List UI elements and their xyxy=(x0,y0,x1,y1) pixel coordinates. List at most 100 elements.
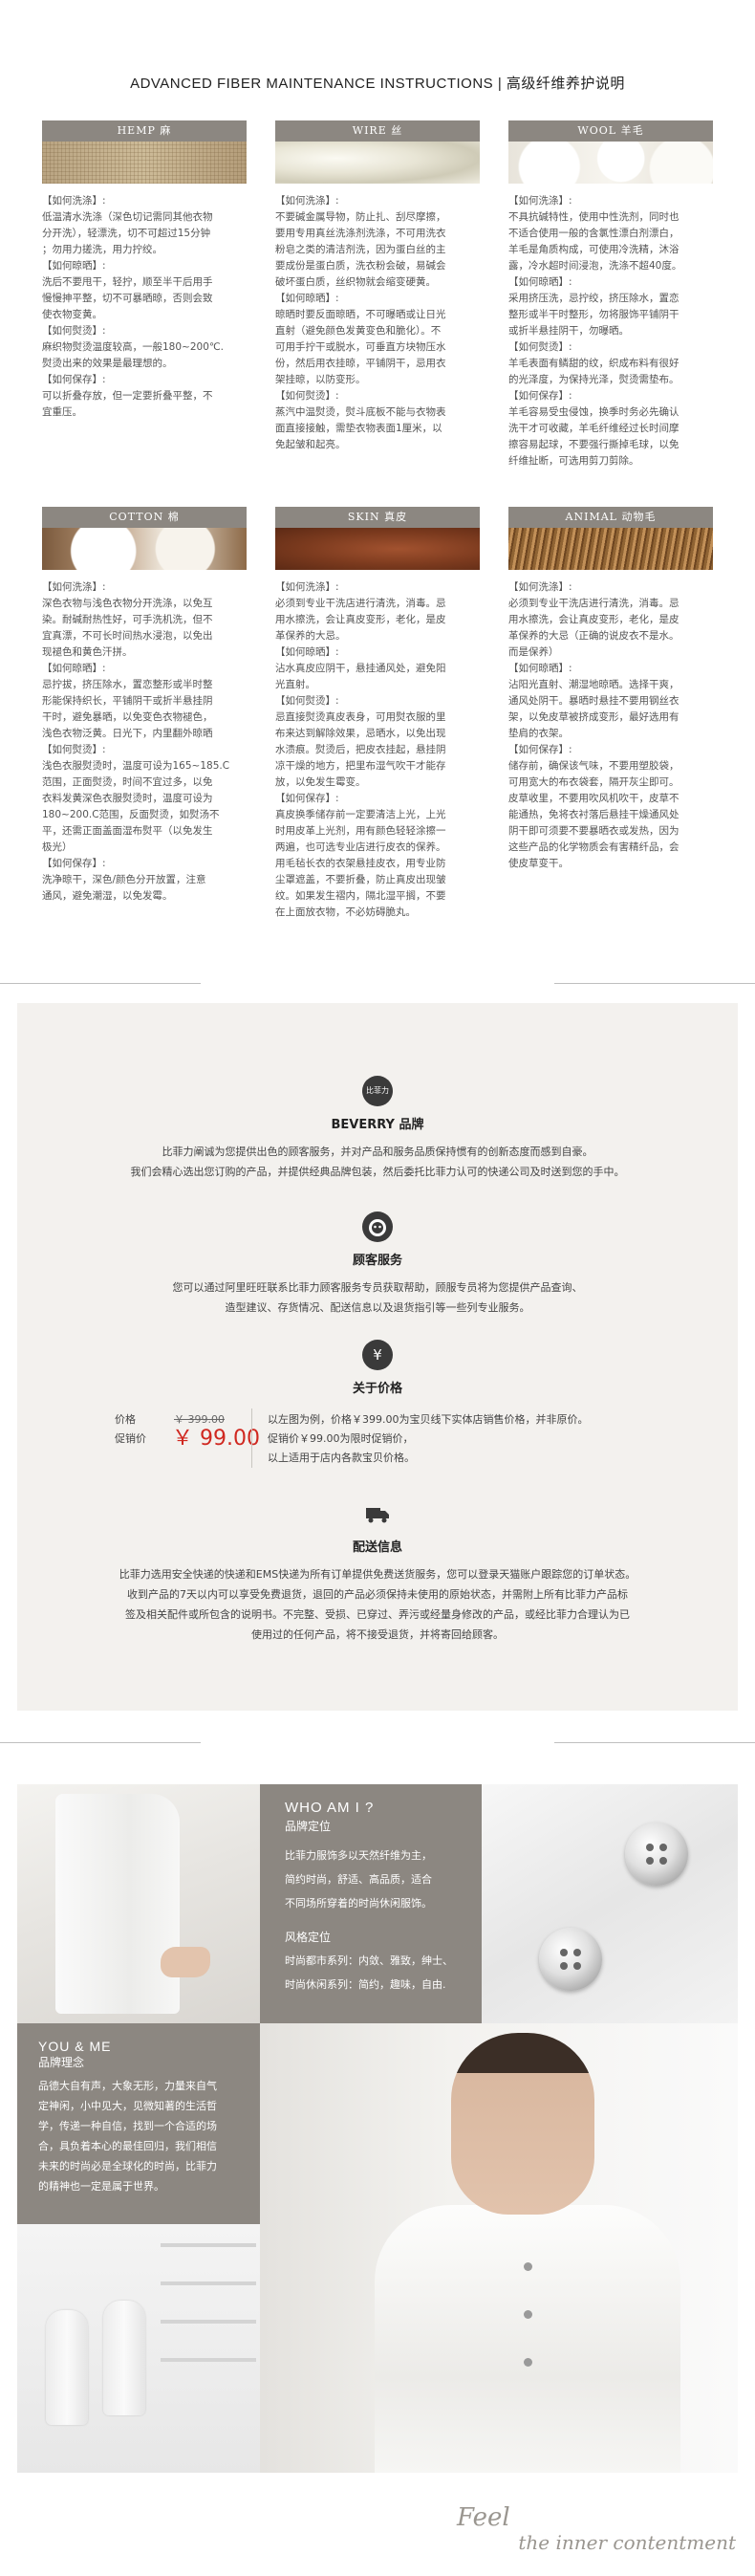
card-line: 慢慢抻平整，切不可暴晒晾，否则会致 xyxy=(42,293,213,304)
text-line: 定神闲，小中见大，见微知著的生活哲 xyxy=(38,2100,217,2112)
card-line: 蒸汽中温熨烫，熨斗底板不能与衣物表 xyxy=(275,406,446,418)
brand-title: BEVERRY 品牌 xyxy=(331,1118,424,1132)
card-line: 【如何熨烫】: xyxy=(42,744,106,755)
card-line: 可用手拧干或脱水，可垂直方块物压水 xyxy=(275,341,446,353)
card-line: 而是保养） xyxy=(508,646,559,658)
card-line: 纤维扯断，可选用剪刀剪除。 xyxy=(508,455,639,467)
card-line: 必须到专业干洗店进行清洗，消毒。忌 xyxy=(508,598,680,609)
text-line: 时尚休闲系列：简约，趣味，自由. xyxy=(285,1978,446,1991)
shirt-button-icon xyxy=(524,2310,532,2319)
shelf xyxy=(161,2243,256,2247)
sleeve-shape xyxy=(55,1794,180,2014)
text-line: 使用过的任何产品，将不接受退货，并将寄回给顾客。 xyxy=(251,1628,504,1641)
card-line: 水渍痕。熨烫后，把皮衣挂起，悬挂阴 xyxy=(275,744,446,755)
card-line: 平，还需正面盖面湿布熨平（以免发生 xyxy=(42,825,213,837)
slogan-line-2: the inner contentment xyxy=(518,2531,736,2554)
care-card-leather: SKIN 真皮 【如何洗涤】: 必须到专业干洗店进行清洗，消毒。忌 用水擦洗，会… xyxy=(275,507,480,921)
card-line: 极光） xyxy=(42,841,73,853)
card-line: 【如何熨烫】: xyxy=(275,695,339,707)
card-line: 使皮草变干。 xyxy=(508,858,569,869)
card-line: 可用宽大的布衣袋套，隔开灰尘即可。 xyxy=(508,776,680,788)
card-line: 【如何洗涤】: xyxy=(42,581,106,593)
card-line: 不要碱金属导物，防止扎、刮尽摩擦， xyxy=(275,211,446,223)
text-line: 简约时尚，舒适、高品质，适合 xyxy=(285,1873,432,1886)
text-line: 品德大自有声，大象无形，力量来自气 xyxy=(38,2080,217,2092)
card-line: 【如何晾晒】: xyxy=(42,663,106,674)
card-line: 布来达到解除效果，忌晒水，以免出现 xyxy=(275,728,446,739)
section-divider xyxy=(0,1742,201,1743)
card-line: 【如何保存】: xyxy=(42,374,106,385)
price-example: 价格 ￥ 399.00 促销价 ￥ 99.00 xyxy=(115,1410,260,1450)
text-line: 的精神也一定是属于世界。 xyxy=(38,2180,164,2193)
card-line: 粉皂之类的清洁剂洗，因为蛋白丝的主 xyxy=(275,244,446,255)
text-line: 时尚都市系列：内敛、雅致，绅士、 xyxy=(285,1954,453,1967)
brand-description: 比菲力阐诚为您提供出色的顾客服务，并对产品和服务品质保持惯有的创新态度而感到自豪… xyxy=(17,1142,738,1182)
card-line: 深色衣物与浅色衣物分开洗涤，以免互 xyxy=(42,598,213,609)
style-description: 时尚都市系列：内敛、雅致，绅士、 时尚休闲系列：简约，趣味，自由. xyxy=(285,1949,457,1997)
card-line: 或折半悬挂阴干，勿曝晒。 xyxy=(508,325,629,337)
card-line: 架，以免皮草被挤成变形，最好选用有 xyxy=(508,711,680,723)
card-line: 【如何晾晒】: xyxy=(275,646,339,658)
customer-service-icon xyxy=(362,1212,393,1242)
shirt-sleeve-photo xyxy=(17,1784,260,2023)
card-line: 【如何晾晒】: xyxy=(508,663,572,674)
card-line: 形能保持织长，平铺阴干或折半悬挂阴 xyxy=(42,695,213,707)
card-line: 衣料发黄深色衣服熨烫时，温度可设为 xyxy=(42,793,213,804)
card-line: 【如何洗涤】: xyxy=(508,195,572,207)
card-line: 【如何熨烫】: xyxy=(42,325,106,337)
beverry-badge-icon: 比菲力 xyxy=(362,1076,393,1106)
hemp-texture-image xyxy=(42,142,247,184)
list-price-label: 价格 xyxy=(115,1413,136,1426)
card-line: 面直接接触，需垫衣物表面1厘米，以 xyxy=(275,423,442,434)
card-line: 革保养的大忌（正确的说皮衣不是水。 xyxy=(508,630,680,642)
you-description: 品德大自有声，大象无形，力量来自气 定神闲，小中见大，见微知著的生活哲 学，传递… xyxy=(38,2076,239,2196)
card-line: 沾水真皮应阴干，悬挂通风处，避免阳 xyxy=(275,663,446,674)
text-line: 比菲力阐诚为您提供出色的顾客服务，并对产品和服务品质保持惯有的创新态度而感到自豪… xyxy=(162,1146,593,1158)
slogan: Feel the inner contentment xyxy=(430,2505,736,2555)
care-card-hemp: HEMP 麻 【如何洗涤】: 低温清水洗涤（深色切记需同其他衣物 分开洗），轻漂… xyxy=(42,120,247,421)
card-line: 宜真漂，不可长时间热水浸泡，以免出 xyxy=(42,630,213,642)
store-interior-photo xyxy=(17,2224,260,2473)
hand-shape xyxy=(161,1947,210,1977)
mannequin xyxy=(103,2301,145,2415)
card-text: 【如何洗涤】: 必须到专业干洗店进行清洗，消毒。忌 用水擦洗，会让真皮变形，老化… xyxy=(275,579,480,921)
card-line: 尘罩遮盖，不要折叠，防止真皮出现皱 xyxy=(275,874,446,885)
care-card-fur: ANIMAL 动物毛 【如何洗涤】: 必须到专业干洗店进行清洗，消毒。忌 用水擦… xyxy=(508,507,713,872)
card-line: 通风处阴干。暴晒时悬挂不要用钢丝衣 xyxy=(508,695,680,707)
shelf xyxy=(161,2320,256,2324)
card-line: 浅色衣服熨烫时，温度可设为165~185.C xyxy=(42,760,230,772)
care-card-wool: WOOL 羊毛 【如何洗涤】: 不具抗碱特性，使用中性洗剂，同时也 不适合使用一… xyxy=(508,120,713,469)
card-line: 宜重压。 xyxy=(42,406,82,418)
you-title-en: YOU & ME xyxy=(38,2039,112,2054)
card-line: ；勿用力搓洗，用力拧绞。 xyxy=(42,244,162,255)
card-header: WOOL 羊毛 xyxy=(508,120,713,142)
card-line: 干时，避免暴晒，以免变色衣物褪色， xyxy=(42,711,213,723)
card-text: 【如何洗涤】: 低温清水洗涤（深色切记需同其他衣物 分开洗），轻漂洗，切不可超过… xyxy=(42,193,247,421)
who-title-cn: 品牌定位 xyxy=(285,1820,332,1833)
text-line: 合，具负着本心的最佳回归，我们相信 xyxy=(38,2140,217,2152)
card-line: 纹。如果发生褶内，隔北湿平搁，不要 xyxy=(275,890,446,902)
service-block: 顾客服务 您可以通过阿里旺旺联系比菲力顾客服务专员获取帮助，顾服专员将为您提供产… xyxy=(17,1212,738,1318)
text-line: 收到产品的7天以内可以享受免费退货，退回的产品必须保持未使用的原始状态，并需附上… xyxy=(127,1588,628,1601)
card-line: 忌拧拔，挤压除水，置恋整形或半时整 xyxy=(42,679,213,690)
shirt-button-icon xyxy=(625,1823,688,1886)
fiber-section-title: ADVANCED FIBER MAINTENANCE INSTRUCTIONS … xyxy=(130,76,625,92)
brand-positioning-panel: WHO AM I ? 品牌定位 比菲力服饰多以天然纤维为主， 简约时尚，舒适、高… xyxy=(260,1784,482,2023)
price-explanation: 以左图为例，价格￥399.00为宝贝线下实体店销售价格，并非原价。 促销价￥99… xyxy=(268,1410,589,1468)
card-line: 【如何洗涤】: xyxy=(42,195,106,207)
card-line: 羊毛是角质构成，可使用冷洗精，沐浴 xyxy=(508,244,680,255)
card-line: 熨烫出来的效果是最理想的。 xyxy=(42,358,173,369)
leather-texture-image xyxy=(275,528,480,570)
card-line: 储存前，确保该气味，不要用塑胶袋， xyxy=(508,760,680,772)
card-line: 晾晒时要反面晾晒，不可曝晒或让日光 xyxy=(275,309,446,320)
card-line: 【如何熨烫】: xyxy=(508,341,572,353)
service-title: 顾客服务 xyxy=(352,1254,402,1268)
list-price-value: ￥ 399.00 xyxy=(174,1413,225,1426)
page: ADVANCED FIBER MAINTENANCE INSTRUCTIONS … xyxy=(0,0,755,2576)
yen-icon: ¥ xyxy=(362,1340,393,1370)
card-line: 【如何保存】: xyxy=(42,858,106,869)
text-line: 以上适用于店内各款宝贝价格。 xyxy=(268,1452,415,1464)
slogan-line-1: Feel xyxy=(457,2503,510,2532)
card-line: 不适合使用一般的含氯性漂白剂漂白， xyxy=(508,228,680,239)
card-line: 两遍，也可选专业店进行皮衣的保养。 xyxy=(275,841,446,853)
